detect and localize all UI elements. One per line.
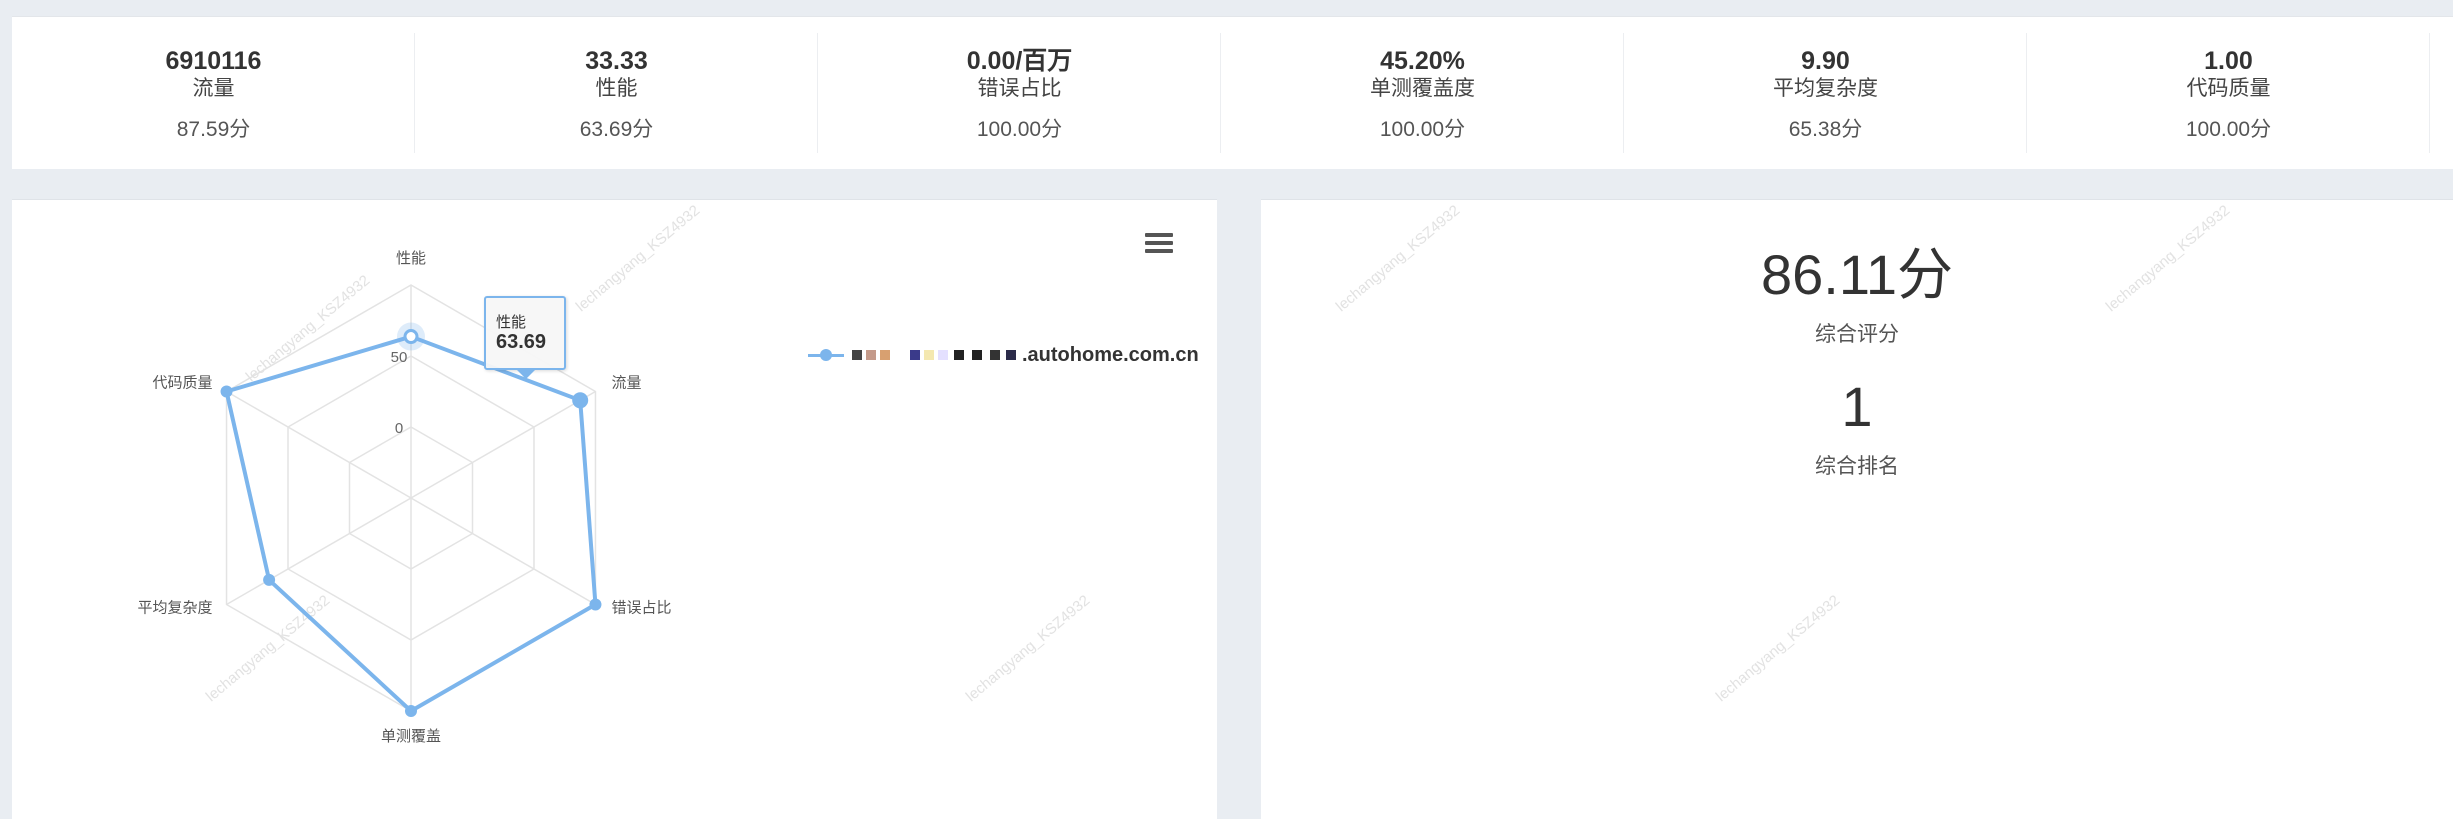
radar-axis-line — [410, 497, 596, 606]
stat-score: 100.00分 — [2185, 118, 2272, 141]
radar-point — [405, 705, 417, 717]
radar-point — [263, 573, 276, 586]
stat-score: 65.38分 — [1788, 118, 1863, 141]
overall-rank-label: 综合排名 — [1815, 455, 1899, 478]
stat-unit-test-coverage: 45.20% 单测覆盖度 100.00分 — [1221, 17, 1624, 169]
stat-label: 平均复杂度 — [1773, 77, 1878, 100]
stat-label: 单测覆盖度 — [1370, 77, 1475, 100]
overall-rank-value: 1 — [1841, 375, 1873, 438]
radar-axis-label: 流量 — [611, 374, 641, 392]
tooltip-value: 63.69 — [496, 331, 547, 353]
chart-tooltip: 性能 63.69 — [484, 296, 566, 379]
overall-score-value: 86.11分 — [1761, 243, 1953, 306]
stat-score: 100.00分 — [1379, 118, 1466, 141]
legend-redacted-text — [848, 344, 1020, 366]
radar-axis-line — [226, 390, 412, 499]
radar-point — [572, 392, 589, 409]
radar-point — [589, 598, 602, 611]
stat-avg-complexity: 9.90 平均复杂度 65.38分 — [1624, 17, 2027, 169]
radar-chart: 0 50 性能流量错误占比单测覆盖 平均复杂度 代码质量 — [138, 249, 672, 745]
radar-axis-label: 单测覆盖 — [381, 727, 441, 745]
chart-menu-icon[interactable] — [1145, 233, 1173, 257]
stat-value: 9.90 — [1801, 47, 1850, 75]
radar-point — [220, 385, 233, 398]
radar-axis-label: 性能 — [396, 249, 426, 267]
radar-point-hover — [403, 329, 419, 345]
radar-axis-label: 错误占比 — [611, 599, 671, 617]
stat-label: 代码质量 — [2186, 77, 2271, 100]
stat-value: 1.00 — [2204, 47, 2253, 75]
tooltip-label: 性能 — [496, 314, 527, 331]
radar-axis-label: 平均复杂度 — [138, 599, 213, 617]
stat-value: 45.20% — [1380, 47, 1465, 75]
stat-code-quality: 1.00 代码质量 100.00分 — [2027, 17, 2430, 169]
radar-axis-label: 代码质量 — [153, 374, 213, 392]
radar-tick-label: 50 — [391, 349, 408, 366]
radar-axis-line — [410, 390, 596, 499]
legend-label: .autohome.com.cn — [1022, 343, 1199, 366]
overall-score-label: 综合评分 — [1815, 323, 1899, 346]
radar-tick-label: 0 — [395, 420, 403, 437]
legend-line-marker-icon — [808, 340, 844, 370]
chart-legend-item[interactable]: .autohome.com.cn — [808, 340, 1199, 370]
